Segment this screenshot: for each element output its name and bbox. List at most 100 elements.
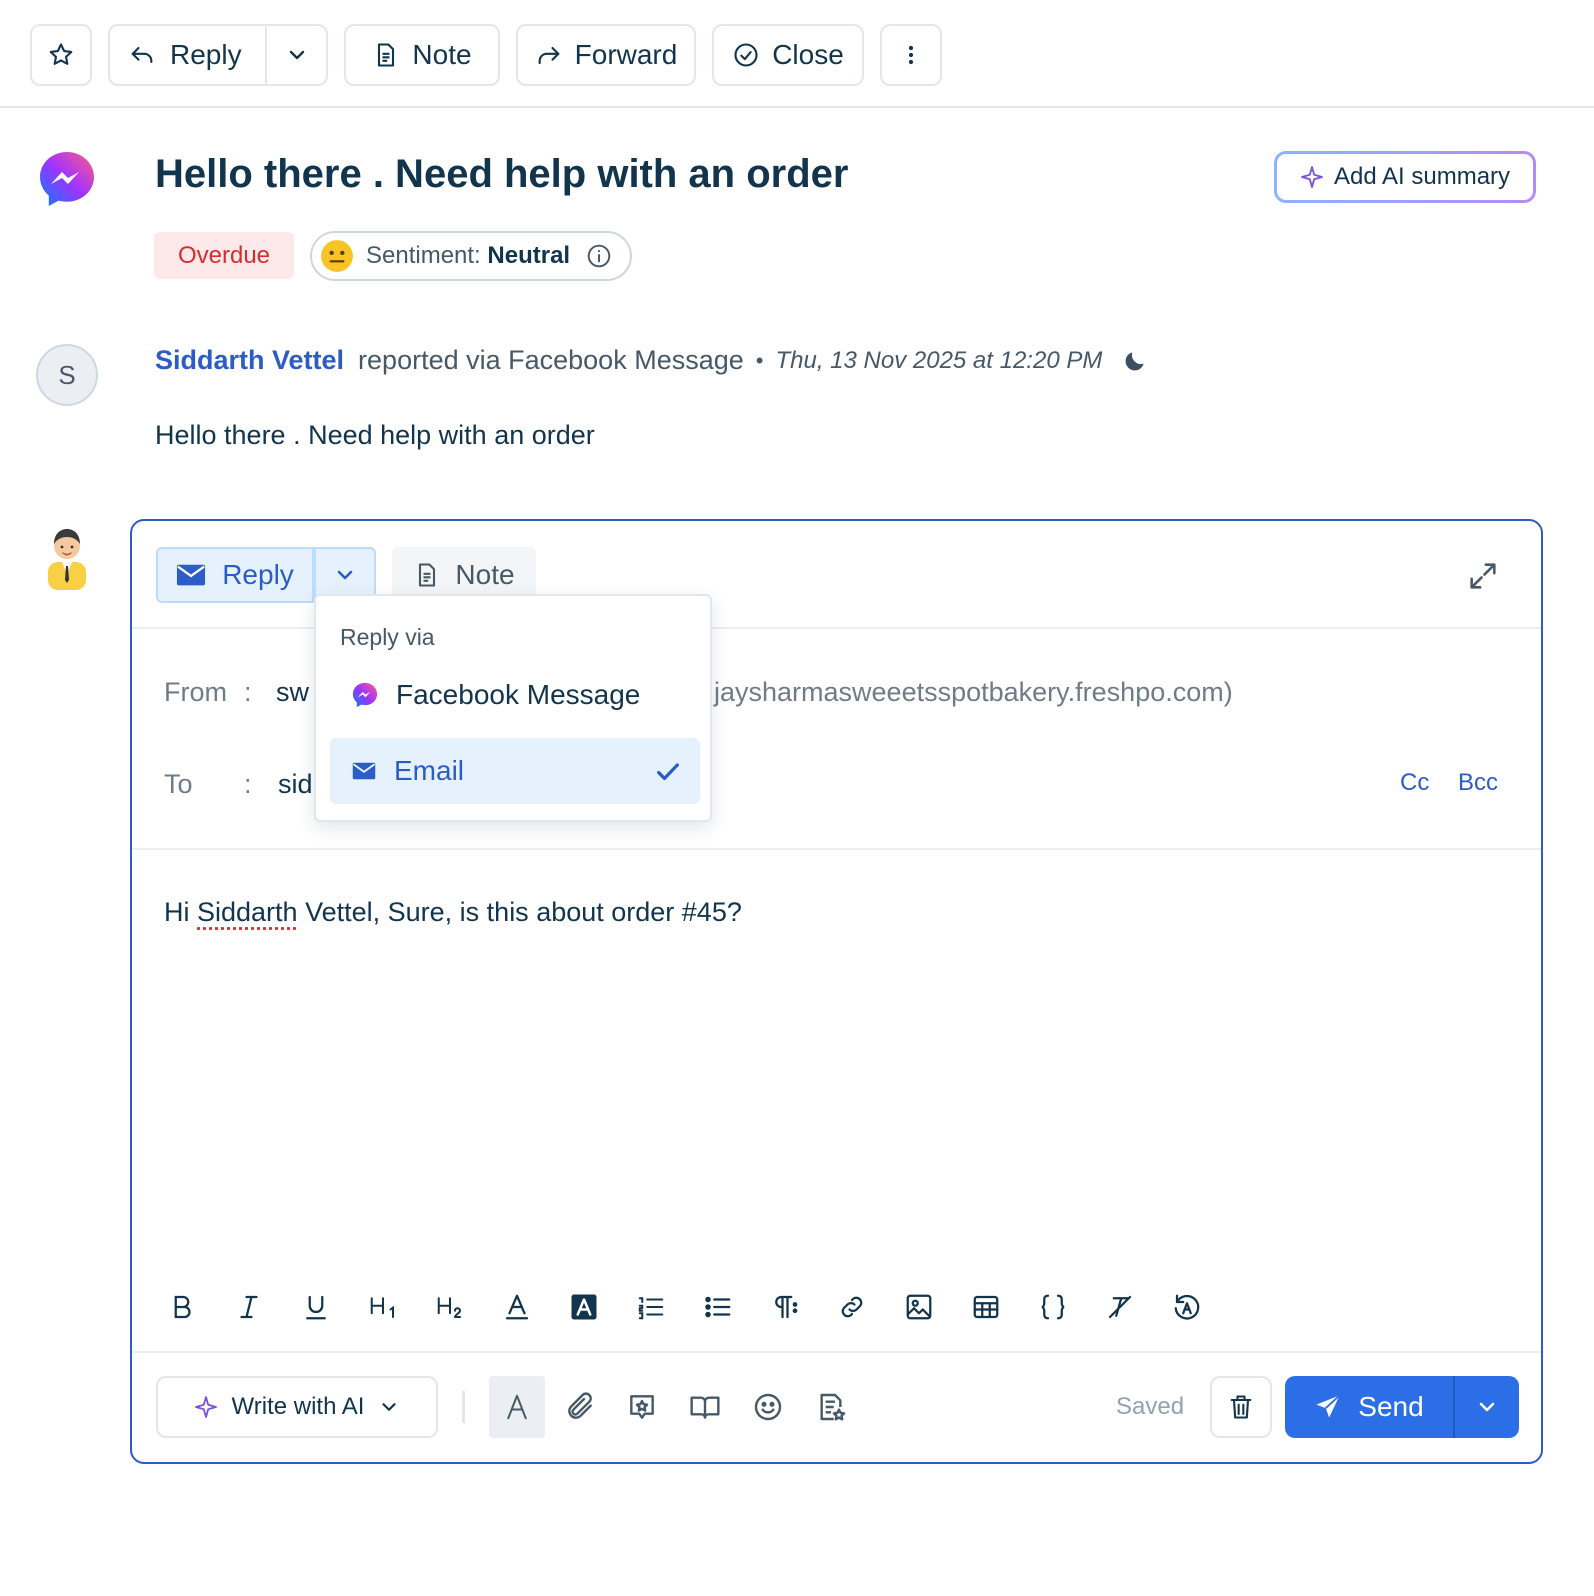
text-color-icon (505, 1294, 529, 1320)
reply-via-menu: Reply via Facebook Message Email (314, 594, 712, 822)
note-button[interactable]: Note (344, 24, 500, 86)
reply-via-heading: Reply via (340, 624, 435, 650)
sentiment-pill: Sentiment: Neutral (310, 231, 632, 281)
chevron-down-icon (382, 1403, 397, 1411)
italic-icon (240, 1295, 258, 1319)
more-options-button[interactable] (880, 24, 942, 86)
check-circle-icon (734, 43, 758, 67)
write-ai-label: Write with AI (231, 1393, 365, 1420)
emoji-icon[interactable] (752, 1391, 784, 1423)
knowledge-base-icon[interactable] (689, 1391, 721, 1423)
link-icon (841, 1296, 863, 1318)
kebab-menu-icon (908, 45, 914, 65)
envelope-icon (352, 762, 376, 780)
text-color-button[interactable] (497, 1287, 537, 1327)
to-value[interactable]: sid (278, 769, 313, 800)
composer-divider (132, 1351, 1541, 1353)
sentiment-label: Sentiment: (366, 242, 481, 269)
reply-button[interactable]: Reply (128, 39, 242, 71)
reply-via-email-option[interactable]: Email (330, 738, 700, 804)
sparkle-icon (1301, 166, 1323, 188)
font-icon (507, 1394, 527, 1420)
message-meta: Siddarth Vettel reported via Facebook Me… (155, 345, 1148, 376)
reply-via-facebook-option[interactable]: Facebook Message (330, 662, 700, 728)
heading1-icon (370, 1297, 394, 1318)
message-body: Hello there . Need help with an order (155, 420, 595, 450)
clear-format-icon (1108, 1295, 1132, 1319)
close-label: Close (772, 39, 844, 70)
bullet-list-icon (705, 1296, 731, 1318)
clear-format-button[interactable] (1100, 1287, 1140, 1327)
note-label: Note (412, 39, 472, 70)
trash-icon (1230, 1395, 1252, 1419)
bold-icon (174, 1295, 191, 1319)
send-options-button[interactable] (1455, 1395, 1519, 1419)
checkmark-icon (657, 763, 679, 781)
option-label: Email (394, 755, 465, 786)
composer-divider (132, 848, 1541, 850)
paperclip-icon[interactable] (564, 1391, 596, 1423)
forward-label: Forward (574, 39, 678, 70)
link-button[interactable] (832, 1287, 872, 1327)
envelope-icon (177, 564, 206, 586)
composer-reply-tab[interactable]: Reply (156, 547, 314, 603)
numbered-list-icon (638, 1297, 664, 1320)
auto-text-icon (1174, 1294, 1200, 1320)
discard-draft-button[interactable] (1210, 1376, 1272, 1438)
to-label: To (164, 769, 193, 799)
from-colon: : (244, 677, 252, 707)
reply-split-button: Reply (108, 24, 328, 86)
info-icon[interactable] (586, 243, 612, 269)
ticket-toolbar: Reply Note Forward Close (0, 0, 1594, 108)
add-ai-summary-button[interactable]: Add AI summary (1274, 151, 1536, 203)
signature-template-icon[interactable] (815, 1391, 847, 1423)
underline-button[interactable] (296, 1287, 336, 1327)
write-with-ai-button[interactable]: Write with AI (156, 1376, 438, 1438)
star-button[interactable] (30, 24, 92, 86)
insert-table-button[interactable] (966, 1287, 1006, 1327)
reply-editor[interactable]: Hi Siddarth Vettel, Sure, is this about … (164, 897, 742, 928)
paragraph-icon (775, 1295, 798, 1319)
bullet-list-button[interactable] (698, 1287, 738, 1327)
sentiment-value: Neutral (487, 242, 571, 269)
reply-options-button[interactable] (267, 26, 327, 84)
requester-avatar: S (36, 344, 98, 406)
highlight-button[interactable] (564, 1287, 604, 1327)
from-value[interactable]: sw (276, 677, 309, 708)
text-format-toggle[interactable] (489, 1376, 545, 1438)
bold-button[interactable] (162, 1287, 202, 1327)
forward-button[interactable]: Forward (516, 24, 696, 86)
star-icon (49, 43, 73, 65)
heading2-button[interactable] (430, 1287, 470, 1327)
formatting-toolbar (162, 1287, 1234, 1327)
cc-link[interactable]: Cc (1400, 769, 1429, 797)
to-colon: : (244, 769, 252, 799)
send-button[interactable]: Send (1285, 1376, 1453, 1438)
reported-via-text: reported via Facebook Message (358, 345, 744, 375)
expand-icon[interactable] (1466, 559, 1500, 593)
heading1-button[interactable] (363, 1287, 403, 1327)
saved-status: Saved (1116, 1393, 1185, 1420)
composer-reply-label: Reply (222, 559, 294, 590)
reply-label: Reply (170, 39, 242, 70)
from-label: From (164, 677, 227, 707)
paragraph-button[interactable] (765, 1287, 805, 1327)
neutral-face-icon (321, 240, 353, 272)
italic-button[interactable] (229, 1287, 269, 1327)
close-ticket-button[interactable]: Close (712, 24, 864, 86)
messenger-icon (40, 152, 94, 206)
bcc-link[interactable]: Bcc (1458, 769, 1498, 797)
code-button[interactable] (1033, 1287, 1073, 1327)
code-braces-icon (1041, 1294, 1065, 1320)
auto-text-button[interactable] (1167, 1287, 1207, 1327)
overdue-badge: Overdue (154, 232, 294, 279)
author-name[interactable]: Siddarth Vettel (155, 345, 344, 376)
reply-arrow-icon (131, 46, 153, 64)
editor-misspelled-word: Siddarth (197, 897, 298, 927)
from-address: jaysharmasweeetsspotbakery.freshpo.com) (714, 677, 1233, 707)
send-split-button: Send (1285, 1376, 1519, 1438)
insert-image-button[interactable] (899, 1287, 939, 1327)
canned-response-icon[interactable] (626, 1391, 658, 1423)
sparkle-icon (194, 1396, 217, 1418)
numbered-list-button[interactable] (631, 1287, 671, 1327)
